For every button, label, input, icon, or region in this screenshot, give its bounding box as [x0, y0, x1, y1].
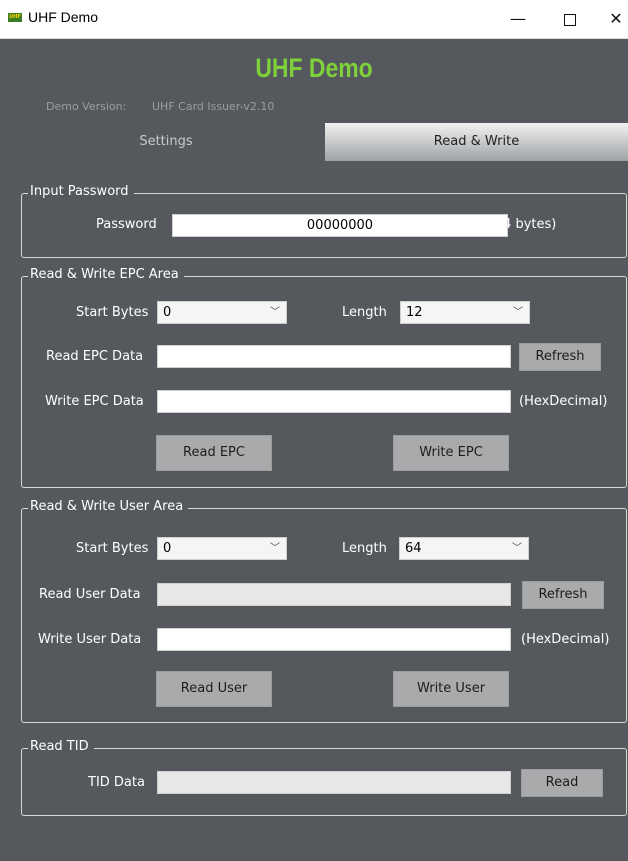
user-length-select[interactable]: 64 ﹀	[399, 537, 529, 560]
chevron-down-icon: ﹀	[513, 307, 523, 318]
user-refresh-button[interactable]: Refresh	[522, 581, 604, 609]
read-user-data-field[interactable]	[157, 583, 511, 606]
write-epc-data-field[interactable]	[157, 390, 511, 413]
read-user-button[interactable]: Read User	[156, 671, 272, 707]
user-start-bytes-label: Start Bytes	[76, 541, 149, 556]
window-title: UHF Demo	[28, 9, 99, 25]
chevron-down-icon: ﹀	[270, 307, 280, 318]
user-length-label: Length	[342, 541, 387, 556]
maximize-button[interactable]	[548, 0, 592, 38]
write-user-button[interactable]: Write User	[393, 671, 509, 707]
password-hint: (4 bytes)	[498, 217, 557, 232]
read-epc-data-label: Read EPC Data	[46, 349, 144, 364]
tid-group: Read TID TID Data Read	[21, 739, 627, 816]
write-user-data-label: Write User Data	[38, 632, 142, 647]
epc-start-bytes-value: 0	[163, 305, 172, 320]
user-group: Read & Write User Area Start Bytes 0 ﹀ L…	[21, 499, 627, 723]
app-title: UHF Demo	[255, 53, 373, 83]
tid-data-label: TID Data	[88, 775, 145, 790]
maximize-icon	[564, 13, 576, 26]
write-epc-button[interactable]: Write EPC	[393, 435, 509, 471]
window-titlebar: UHF UHF Demo — ✕	[0, 0, 628, 39]
user-hex-hint: (HexDecimal)	[521, 632, 610, 647]
app-logo-icon: UHF	[8, 13, 22, 22]
password-group-legend: Input Password	[28, 184, 134, 199]
tab-read-write[interactable]: Read & Write	[325, 123, 628, 161]
user-group-legend: Read & Write User Area	[28, 499, 189, 514]
password-label: Password	[96, 217, 157, 232]
tab-settings[interactable]: Settings	[10, 123, 322, 161]
epc-group: Read & Write EPC Area Start Bytes 0 ﹀ Le…	[21, 267, 627, 488]
close-button[interactable]: ✕	[594, 0, 628, 38]
tid-data-field[interactable]	[157, 771, 511, 794]
chevron-down-icon: ﹀	[270, 543, 280, 554]
tid-group-legend: Read TID	[28, 739, 94, 754]
write-user-data-field[interactable]	[157, 628, 511, 651]
user-start-bytes-value: 0	[163, 541, 172, 556]
version-value: UHF Card Issuer-v2.10	[152, 100, 275, 113]
epc-start-bytes-select[interactable]: 0 ﹀	[157, 301, 287, 324]
epc-group-legend: Read & Write EPC Area	[28, 267, 184, 282]
read-user-data-label: Read User Data	[39, 587, 141, 602]
user-length-value: 64	[405, 541, 422, 556]
read-epc-button[interactable]: Read EPC	[156, 435, 272, 471]
write-epc-data-label: Write EPC Data	[45, 394, 144, 409]
user-start-bytes-select[interactable]: 0 ﹀	[157, 537, 287, 560]
read-epc-data-field[interactable]	[157, 345, 511, 368]
password-input[interactable]: 00000000	[172, 214, 508, 237]
epc-length-select[interactable]: 12 ﹀	[400, 301, 530, 324]
epc-refresh-button[interactable]: Refresh	[519, 343, 601, 371]
chevron-down-icon: ﹀	[512, 543, 522, 554]
epc-start-bytes-label: Start Bytes	[76, 305, 149, 320]
version-label: Demo Version:	[46, 100, 127, 113]
epc-length-value: 12	[406, 305, 423, 320]
epc-length-label: Length	[342, 305, 387, 320]
read-tid-button[interactable]: Read	[521, 769, 603, 797]
password-group: Input Password Password 00000000 (4 byte…	[21, 184, 627, 258]
epc-hex-hint: (HexDecimal)	[519, 394, 608, 409]
minimize-button[interactable]: —	[496, 0, 540, 38]
